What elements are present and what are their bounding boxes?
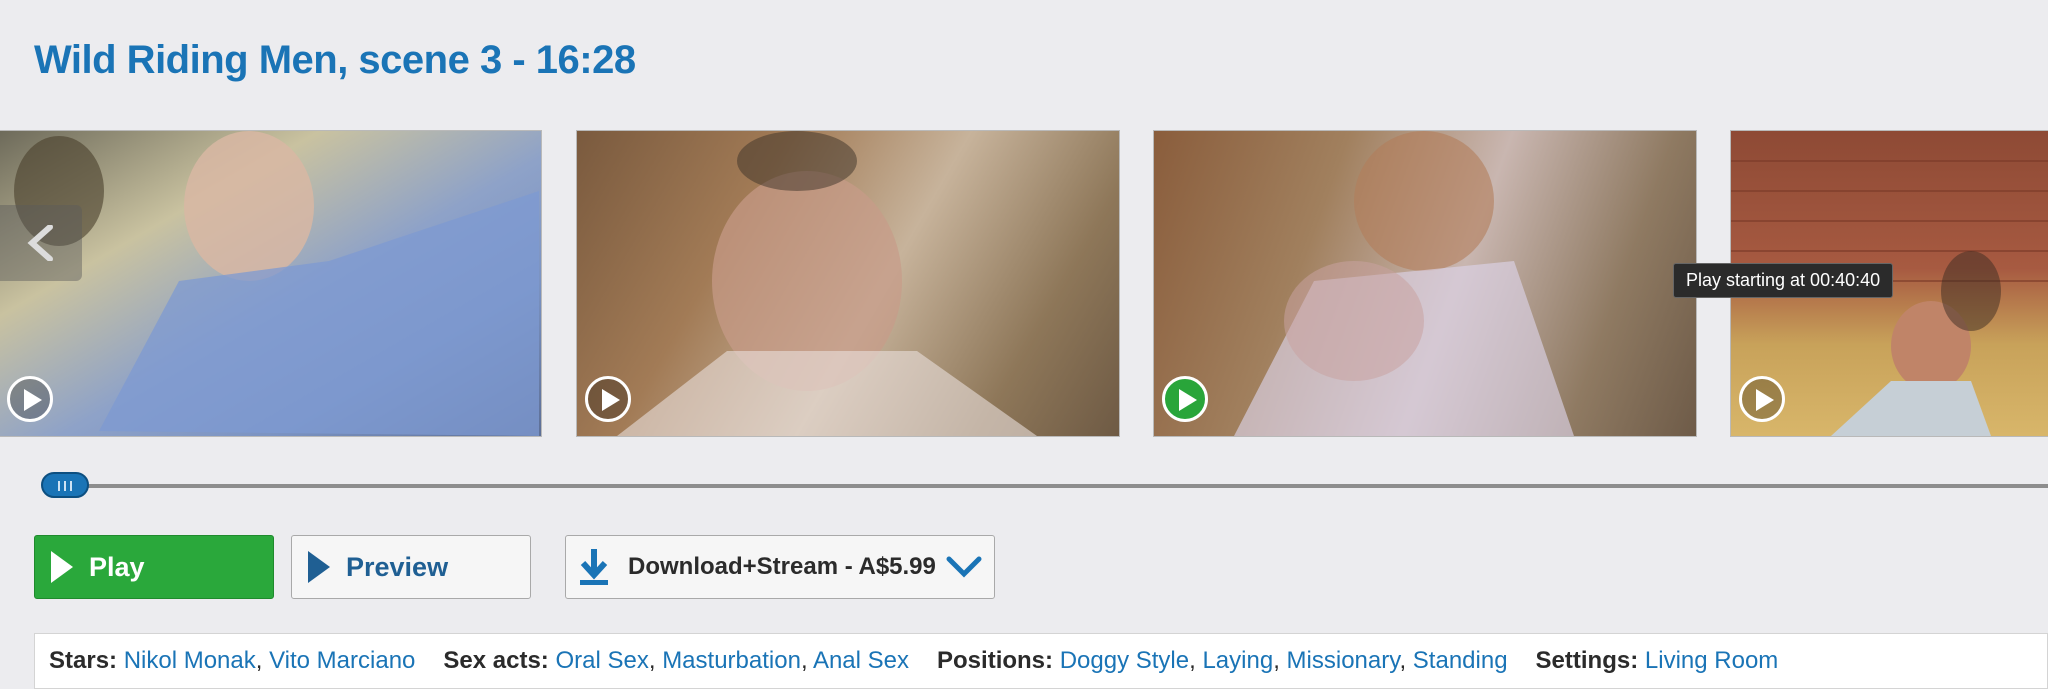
scene-thumbnail-1[interactable] xyxy=(0,130,542,437)
thumbnail-image xyxy=(14,131,539,436)
positions-group: Positions: Doggy Style, Laying, Missiona… xyxy=(937,647,1508,674)
download-icon xyxy=(580,549,608,585)
star-link[interactable]: Nikol Monak xyxy=(124,647,256,674)
preview-button-label: Preview xyxy=(346,551,449,582)
settings-label: Settings: xyxy=(1535,647,1639,674)
play-icon xyxy=(51,551,73,583)
page-title[interactable]: Wild Riding Men, scene 3 - 16:28 xyxy=(34,38,636,83)
play-icon xyxy=(308,551,330,583)
thumbnail-image xyxy=(1234,131,1574,436)
play-start-tooltip: Play starting at 00:40:40 xyxy=(1673,263,1894,298)
scene-metadata-bar: Stars: Nikol Monak, Vito Marciano Sex ac… xyxy=(34,633,2048,689)
chevron-left-icon xyxy=(27,225,53,261)
position-link[interactable]: Missionary xyxy=(1287,647,1400,674)
sex-act-link[interactable]: Masturbation xyxy=(662,647,801,674)
settings-group: Settings: Living Room xyxy=(1536,647,1779,675)
position-link[interactable]: Standing xyxy=(1413,647,1508,674)
play-icon[interactable] xyxy=(1739,376,1785,422)
sex-act-link[interactable]: Anal Sex xyxy=(813,647,909,674)
play-icon[interactable] xyxy=(585,376,631,422)
setting-link[interactable]: Living Room xyxy=(1645,647,1778,674)
position-link[interactable]: Doggy Style xyxy=(1060,647,1189,674)
star-link[interactable]: Vito Marciano xyxy=(269,647,415,674)
play-button[interactable]: Play xyxy=(34,535,274,599)
play-icon[interactable] xyxy=(1162,376,1208,422)
stars-label: Stars: xyxy=(49,647,118,674)
preview-button[interactable]: Preview xyxy=(291,535,531,599)
download-stream-button[interactable]: Download+Stream - A$5.99 xyxy=(565,535,995,599)
thumbnail-image xyxy=(617,131,1037,436)
sex-acts-group: Sex acts: Oral Sex, Masturbation, Anal S… xyxy=(443,647,910,674)
positions-label: Positions: xyxy=(937,647,1054,674)
thumbnail-slider-track[interactable] xyxy=(42,484,2048,488)
scene-thumbnail-3[interactable] xyxy=(1153,130,1697,437)
thumbnail-slider-handle[interactable] xyxy=(41,472,89,498)
chevron-down-icon[interactable] xyxy=(946,555,982,579)
carousel-prev-button[interactable] xyxy=(0,205,82,281)
play-icon[interactable] xyxy=(7,376,53,422)
position-link[interactable]: Laying xyxy=(1202,647,1273,674)
stars-group: Stars: Nikol Monak, Vito Marciano xyxy=(49,647,416,674)
sex-act-link[interactable]: Oral Sex xyxy=(555,647,648,674)
play-button-label: Play xyxy=(89,551,145,582)
sex-acts-label: Sex acts: xyxy=(443,647,549,674)
download-stream-label: Download+Stream - A$5.99 xyxy=(628,553,936,580)
scene-thumbnail-2[interactable] xyxy=(576,130,1120,437)
